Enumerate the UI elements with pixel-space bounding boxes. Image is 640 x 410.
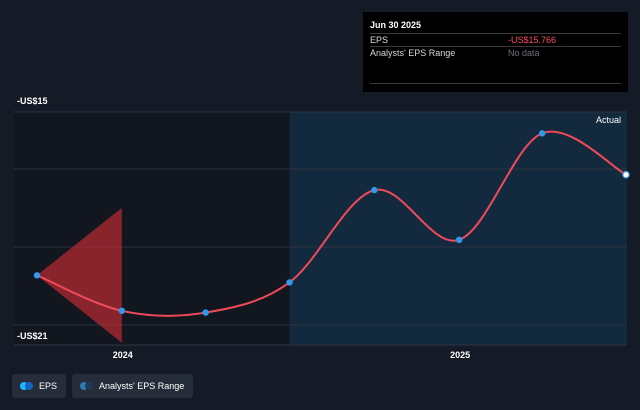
eps-data-point[interactable]: [286, 279, 293, 286]
past-region: [14, 112, 290, 345]
x-axis-ticks: 2024 2025: [113, 350, 470, 360]
legend-eps-label: EPS: [39, 381, 58, 391]
chart-legend: EPS Analysts' EPS Range: [12, 374, 194, 398]
actual-region-label: Actual: [596, 115, 621, 125]
y-tick-label: -US$21: [17, 331, 48, 341]
eps-data-point[interactable]: [202, 309, 209, 316]
range-legend-icon: [80, 382, 94, 390]
eps-data-point[interactable]: [538, 130, 546, 137]
legend-item-eps[interactable]: EPS: [12, 374, 67, 398]
legend-item-analysts-range[interactable]: Analysts' EPS Range: [72, 374, 194, 398]
eps-data-point[interactable]: [622, 170, 630, 179]
eps-data-point[interactable]: [455, 236, 463, 243]
tooltip-range-value: No data: [508, 48, 540, 58]
y-tick-label: -US$15: [17, 96, 48, 106]
tooltip-row-range: Analysts' EPS Range No data: [370, 46, 621, 59]
x-tick-label: 2025: [450, 350, 470, 360]
eps-data-point[interactable]: [33, 272, 41, 279]
tooltip-eps-label: EPS: [370, 35, 389, 45]
future-region: [289, 112, 627, 345]
tooltip-date: Jun 30 2025: [370, 20, 422, 30]
eps-tooltip: Jun 30 2025 EPS -US$15.766 Analysts' EPS…: [363, 12, 628, 92]
tooltip-row-eps: EPS -US$15.766: [370, 33, 621, 46]
legend-range-label: Analysts' EPS Range: [99, 381, 185, 391]
tooltip-range-label: Analysts' EPS Range: [370, 48, 456, 58]
eps-data-point[interactable]: [118, 307, 126, 314]
eps-data-point[interactable]: [371, 186, 378, 194]
tooltip-eps-value: -US$15.766: [508, 35, 557, 45]
x-tick-label: 2024: [113, 350, 133, 360]
eps-legend-icon: [20, 382, 34, 390]
tooltip-divider: [370, 83, 621, 84]
